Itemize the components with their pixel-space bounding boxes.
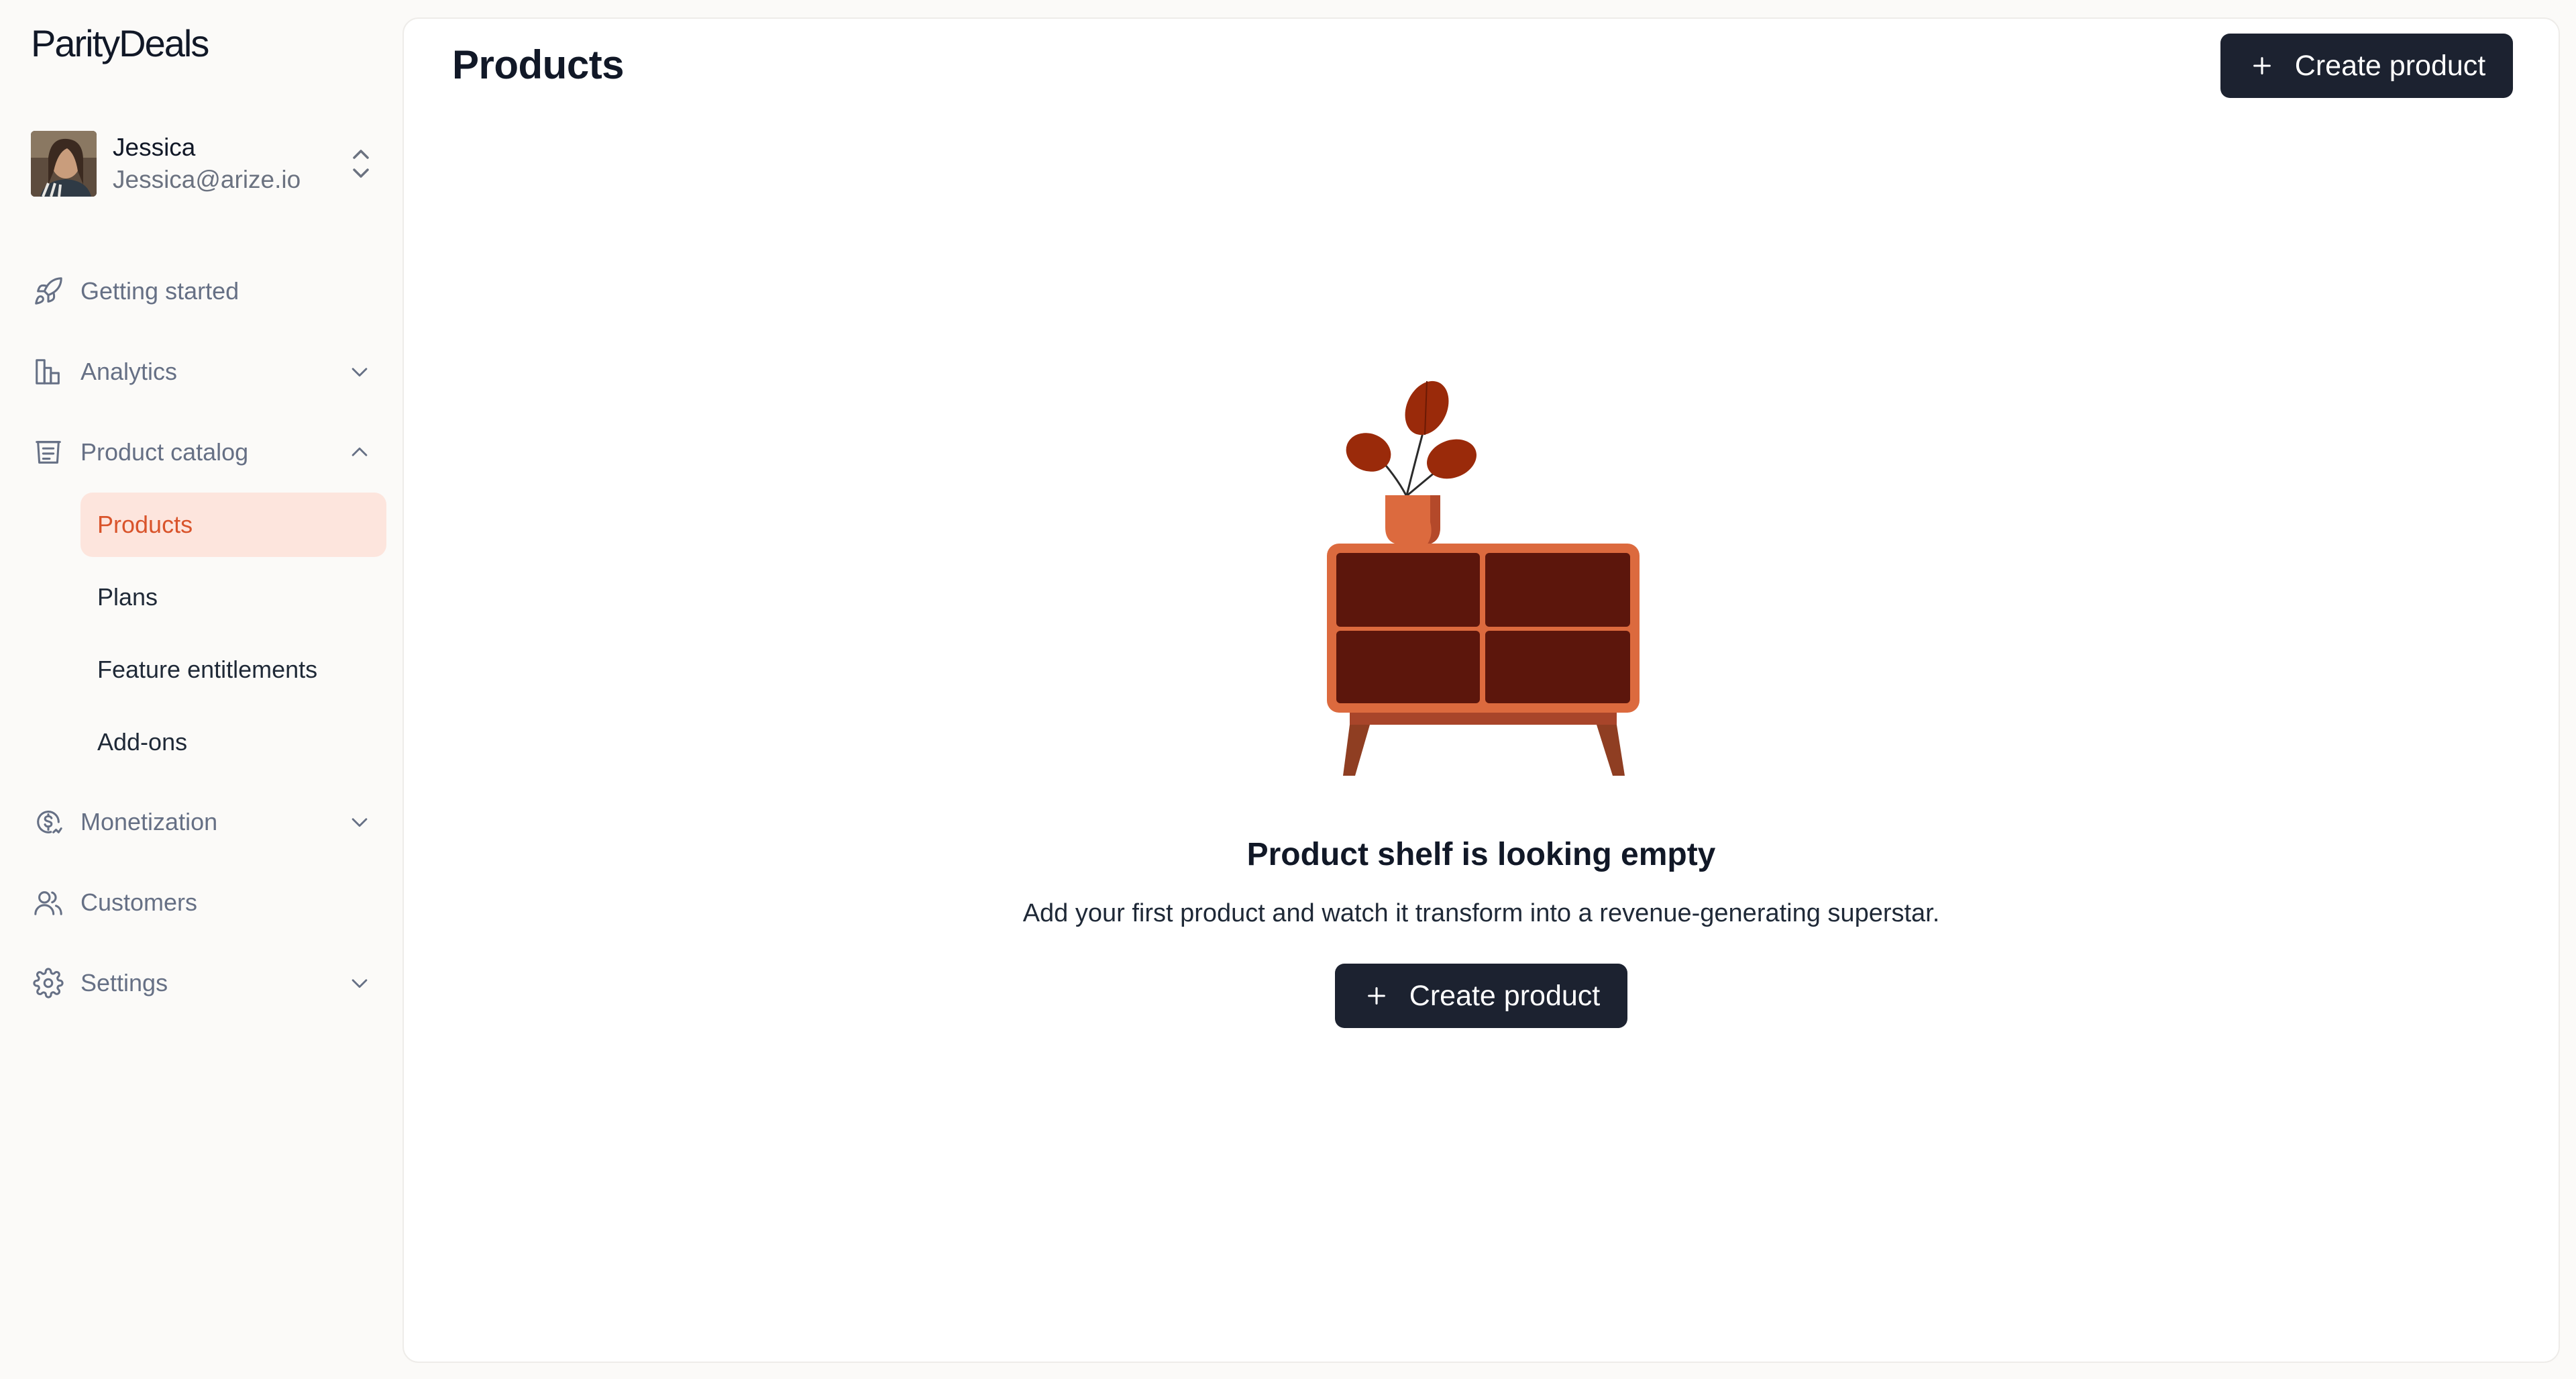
empty-state-description: Add your first product and watch it tran… bbox=[1022, 899, 1940, 927]
sidebar-subitem-products[interactable]: Products bbox=[80, 493, 386, 557]
bar-chart-icon bbox=[31, 354, 66, 389]
app-logo[interactable]: ParityDeals bbox=[31, 21, 209, 65]
sidebar-item-settings[interactable]: Settings bbox=[31, 955, 374, 1011]
sidebar-item-label: Customers bbox=[80, 888, 198, 916]
sidebar-subitem-plans[interactable]: Plans bbox=[80, 565, 386, 629]
sidebar-subitem-feature-entitlements[interactable]: Feature entitlements bbox=[80, 637, 386, 702]
page-title: Products bbox=[452, 42, 625, 87]
user-name: Jessica bbox=[113, 134, 196, 161]
avatar bbox=[31, 131, 97, 197]
empty-state-create-product-button-label: Create product bbox=[1409, 979, 1601, 1012]
sidebar-item-customers[interactable]: Customers bbox=[31, 874, 374, 931]
catalog-icon bbox=[31, 435, 66, 470]
sidebar-item-label: Analytics bbox=[80, 358, 178, 385]
sidebar-item-monetization[interactable]: Monetization bbox=[31, 794, 374, 850]
chevron-up-icon bbox=[345, 438, 374, 467]
chevron-up-down-icon[interactable] bbox=[347, 144, 374, 184]
chevron-down-icon bbox=[345, 357, 374, 387]
user-email: Jessica@arize.io bbox=[113, 166, 301, 193]
create-product-button-label: Create product bbox=[2294, 49, 2486, 82]
rocket-icon bbox=[31, 274, 66, 309]
empty-state-create-product-button[interactable]: Create product bbox=[1335, 964, 1627, 1028]
user-switcher[interactable]: Jessica Jessica@arize.io bbox=[31, 130, 374, 197]
sidebar-item-label: Getting started bbox=[80, 277, 239, 305]
monetization-icon bbox=[31, 805, 66, 839]
chevron-down-icon bbox=[345, 968, 374, 998]
chevron-down-icon bbox=[345, 807, 374, 837]
app-root: ParityDeals Jessica Jessica@arize.io Get… bbox=[0, 0, 2576, 1379]
plus-icon bbox=[1362, 982, 1391, 1010]
cabinet-with-plant-illustration bbox=[1323, 354, 1672, 784]
plus-icon bbox=[2248, 52, 2276, 80]
sidebar-item-label: Settings bbox=[80, 969, 168, 997]
sidebar-item-label: Product catalog bbox=[80, 438, 249, 466]
sidebar-item-getting-started[interactable]: Getting started bbox=[31, 263, 374, 319]
main-panel: Products Create product Product shelf is… bbox=[402, 17, 2560, 1363]
sidebar: ParityDeals Jessica Jessica@arize.io Get… bbox=[0, 0, 402, 1379]
sidebar-subitem-add-ons[interactable]: Add-ons bbox=[80, 710, 386, 774]
sidebar-item-product-catalog[interactable]: Product catalog bbox=[31, 424, 374, 480]
users-icon bbox=[31, 885, 66, 920]
gear-icon bbox=[31, 966, 66, 1001]
sidebar-item-analytics[interactable]: Analytics bbox=[31, 344, 374, 400]
create-product-button[interactable]: Create product bbox=[2220, 34, 2513, 98]
sidebar-item-label: Monetization bbox=[80, 808, 218, 835]
empty-state-title: Product shelf is looking empty bbox=[1246, 837, 1716, 872]
